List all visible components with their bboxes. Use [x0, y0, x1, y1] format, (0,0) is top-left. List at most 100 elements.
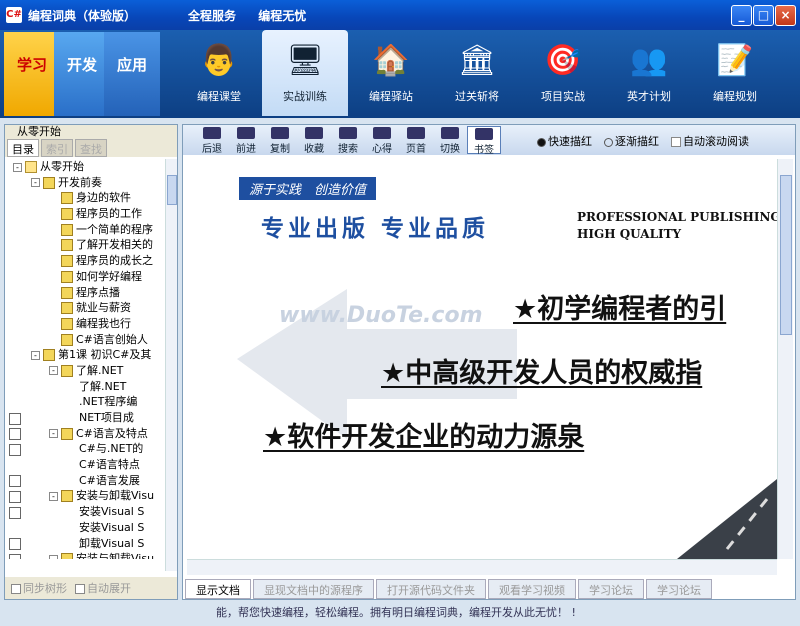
bottom-tab[interactable]: 显现文档中的源程序	[253, 579, 374, 599]
tab-contents[interactable]: 目录	[7, 139, 39, 157]
tree-item-label: 如何学好编程	[76, 269, 142, 283]
document-view: 源于实践 创造价值 专业出版 专业品质 PROFESSIONAL PUBLISH…	[187, 159, 777, 559]
tab-learn[interactable]: 学习	[4, 32, 60, 116]
document-bottom-tabs: 显示文档 显现文档中的源程序 打开源代码文件夹 观看学习视频 学习论坛 学习论坛	[185, 579, 793, 599]
tree-item-label: 安装Visual S	[79, 505, 145, 519]
tree-item[interactable]: - 安装与卸载Visu	[5, 551, 165, 559]
search-button[interactable]: 搜索	[331, 126, 365, 155]
tree-scroll-thumb[interactable]	[167, 175, 177, 205]
tree-item-label: 了解开发相关的	[76, 238, 153, 252]
expand-toggle-icon[interactable]: -	[31, 350, 40, 360]
tree-item[interactable]: C#与.NET的	[5, 441, 165, 488]
tree-item[interactable]: 了解.NET	[5, 379, 165, 425]
expand-toggle-icon[interactable]: -	[49, 554, 58, 559]
quick-redline-radio[interactable]	[537, 137, 546, 147]
top-button[interactable]: 页首	[399, 126, 433, 155]
bottom-tab[interactable]: 打开源代码文件夹	[376, 579, 486, 599]
forward-button[interactable]: 前进	[229, 126, 263, 155]
tree-item[interactable]: 身边的软件	[5, 190, 165, 206]
tree-item[interactable]: 程序点播	[5, 285, 165, 301]
tab-apply[interactable]: 应用	[104, 32, 160, 116]
tree-scrollbar[interactable]	[165, 159, 177, 571]
tree-item[interactable]: - 第1课 初识C#及其	[5, 347, 165, 363]
tree-item-label: 程序点播	[76, 285, 120, 299]
tool-target[interactable]: 🎯 项目实战	[520, 30, 606, 116]
back-button[interactable]: 后退	[195, 126, 229, 155]
tree-item[interactable]: 程序员的工作	[5, 206, 165, 222]
tree-item[interactable]: - 开发前奏	[5, 175, 165, 191]
tab-index[interactable]: 索引	[41, 139, 73, 157]
expand-toggle-icon[interactable]: -	[49, 491, 58, 501]
slogan-2: ★中高级开发人员的权威指	[381, 351, 702, 390]
minimize-button[interactable]: _	[731, 5, 752, 26]
tree-item[interactable]: 编程我也行	[5, 316, 165, 332]
tool-monitor[interactable]: 🖥 实战训练	[262, 30, 348, 116]
tree-item-label: C#语言特点	[79, 458, 140, 472]
expand-toggle-icon[interactable]: -	[49, 429, 58, 439]
favorite-button[interactable]: 收藏	[297, 126, 331, 155]
document-vscrollbar[interactable]	[777, 159, 793, 559]
expand-toggle-icon[interactable]: -	[31, 178, 40, 188]
tree-item[interactable]: 安装Visual S	[5, 520, 165, 559]
bookmark-button[interactable]: 书签	[467, 126, 501, 156]
bottom-tab[interactable]: 显示文档	[185, 579, 251, 599]
bottom-tab[interactable]: 学习论坛	[646, 579, 712, 599]
quick-redline-option[interactable]: 快速描红	[537, 133, 592, 149]
tree-item-label: 就业与薪资	[76, 301, 131, 315]
tool-people[interactable]: 👥 英才计划	[606, 30, 692, 116]
tree-item[interactable]: C#语言创始人	[5, 332, 165, 348]
gradual-redline-option[interactable]: 逐渐描红	[604, 133, 659, 149]
tab-find[interactable]: 查找	[75, 139, 107, 157]
sync-tree-checkbox[interactable]	[11, 584, 21, 594]
tree-item[interactable]: - 从零开始	[5, 159, 165, 175]
tab-develop[interactable]: 开发	[54, 32, 110, 116]
tree-item[interactable]: - C#语言及特点	[5, 426, 165, 442]
close-button[interactable]: ×	[775, 5, 796, 26]
copy-button[interactable]: 复制	[263, 126, 297, 155]
reader-tool-label: 书签	[474, 145, 494, 156]
document-hscrollbar[interactable]	[187, 559, 777, 575]
tree-item[interactable]: NET项目成	[5, 410, 165, 456]
document-vscroll-thumb[interactable]	[780, 175, 792, 335]
tool-gate[interactable]: 🏛 过关斩将	[434, 30, 520, 116]
tool-label: 项目实战	[541, 90, 585, 103]
auto-scroll-checkbox[interactable]	[671, 137, 681, 147]
book-icon	[43, 176, 55, 189]
auto-scroll-option[interactable]: 自动滚动阅读	[671, 133, 749, 149]
tree-item-label: C#语言及特点	[76, 426, 148, 440]
auto-expand-checkbox[interactable]	[75, 584, 85, 594]
tree-item[interactable]: - 了解.NET	[5, 363, 165, 379]
expand-toggle-icon[interactable]: -	[49, 366, 58, 376]
tree-item[interactable]: 卸载Visual S	[5, 536, 165, 552]
tree-item-label: 卸载Visual S	[79, 536, 145, 550]
tree-item[interactable]: 一个简单的程序	[5, 222, 165, 238]
tree-item[interactable]: 程序员的成长之	[5, 253, 165, 269]
maximize-button[interactable]: □	[753, 5, 774, 26]
nav-worry-free[interactable]: 编程无忧	[258, 9, 306, 23]
tool-teacher[interactable]: 👨 编程课堂	[176, 30, 262, 116]
tree-item[interactable]: C#语言发展	[5, 473, 165, 519]
tree-item-label: 从零开始	[40, 160, 84, 173]
expand-toggle-icon[interactable]: -	[13, 162, 22, 172]
tree-item[interactable]: 了解开发相关的	[5, 237, 165, 253]
tree-item[interactable]: 安装Visual S	[5, 504, 165, 551]
tree-item[interactable]: .NET程序编	[5, 394, 165, 441]
tree-item-label: 安装与卸载Visu	[76, 552, 155, 559]
sync-tree-label: 同步树形	[23, 582, 67, 595]
gradual-redline-radio[interactable]	[604, 137, 613, 147]
bottom-tab[interactable]: 观看学习视频	[488, 579, 576, 599]
tool-house[interactable]: 🏠 编程驿站	[348, 30, 434, 116]
tree-item[interactable]: - 安装与卸载Visu	[5, 488, 165, 504]
title-nav: 全程服务 编程无忧	[188, 7, 324, 24]
tool-document[interactable]: 📝 编程规划	[692, 30, 778, 116]
nav-service[interactable]: 全程服务	[188, 9, 236, 23]
tree-item[interactable]: C#语言特点	[5, 457, 165, 504]
auto-expand-option[interactable]: 自动展开	[75, 580, 131, 596]
switch-button[interactable]: 切换	[433, 126, 467, 155]
bottom-tab[interactable]: 学习论坛	[578, 579, 644, 599]
tree-item[interactable]: 如何学好编程	[5, 269, 165, 285]
sync-tree-option[interactable]: 同步树形	[11, 580, 67, 596]
notes-button[interactable]: 心得	[365, 126, 399, 155]
tree-item-label: C#语言发展	[79, 473, 140, 487]
tree-item[interactable]: 就业与薪资	[5, 300, 165, 316]
